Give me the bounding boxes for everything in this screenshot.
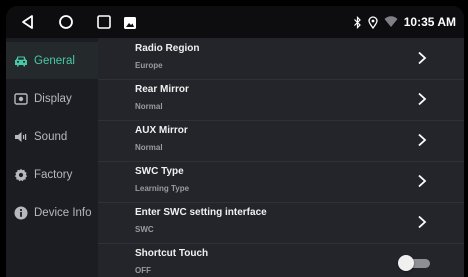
sidebar-item-label: General bbox=[34, 54, 75, 67]
toggle-knob bbox=[398, 255, 414, 271]
sidebar-item-display[interactable]: Display bbox=[6, 80, 98, 117]
setting-title: AUX Mirror bbox=[135, 125, 188, 136]
clock: 10:35 AM bbox=[403, 15, 456, 29]
sidebar-item-label: Factory bbox=[34, 168, 73, 181]
sidebar-item-label: Display bbox=[34, 92, 72, 105]
image-icon bbox=[124, 16, 136, 29]
sidebar: General Display Sound Factory Device Inf… bbox=[6, 38, 98, 277]
setting-row-swc-setting-interface[interactable]: Enter SWC setting interface SWC bbox=[98, 202, 464, 244]
sidebar-item-label: Device Info bbox=[34, 206, 92, 219]
setting-row-radio-region[interactable]: Radio Region Europe bbox=[98, 38, 464, 80]
setting-title: Shortcut Touch bbox=[135, 248, 209, 259]
sidebar-item-general[interactable]: General bbox=[6, 42, 98, 79]
setting-value: OFF bbox=[135, 266, 151, 275]
setting-title: SWC Type bbox=[135, 166, 184, 177]
setting-title: Radio Region bbox=[135, 43, 200, 54]
wifi-icon bbox=[384, 16, 398, 28]
location-icon bbox=[368, 15, 378, 29]
sidebar-item-factory[interactable]: Factory bbox=[6, 156, 98, 193]
sidebar-item-device-info[interactable]: Device Info bbox=[6, 194, 98, 231]
gear-icon bbox=[14, 168, 28, 182]
car-icon bbox=[14, 54, 28, 68]
chevron-right-icon[interactable] bbox=[416, 215, 428, 229]
sidebar-item-sound[interactable]: Sound bbox=[6, 118, 98, 155]
shortcut-touch-toggle[interactable] bbox=[398, 255, 432, 271]
setting-row-aux-mirror[interactable]: AUX Mirror Normal bbox=[98, 120, 464, 162]
speaker-icon bbox=[14, 130, 28, 144]
setting-row-swc-type[interactable]: SWC Type Learning Type bbox=[98, 161, 464, 203]
home-icon[interactable] bbox=[58, 14, 74, 30]
settings-list: Radio Region Europe Rear Mirror Normal A… bbox=[98, 38, 464, 277]
back-icon[interactable] bbox=[20, 14, 36, 30]
chevron-right-icon[interactable] bbox=[416, 92, 428, 106]
recent-apps-icon[interactable] bbox=[96, 14, 112, 30]
sidebar-item-label: Sound bbox=[34, 130, 68, 143]
setting-value: Learning Type bbox=[135, 184, 190, 193]
setting-title: Rear Mirror bbox=[135, 84, 189, 95]
bluetooth-icon bbox=[353, 15, 362, 29]
setting-value: Normal bbox=[135, 102, 163, 111]
display-icon bbox=[14, 92, 28, 106]
setting-row-rear-mirror[interactable]: Rear Mirror Normal bbox=[98, 79, 464, 121]
chevron-right-icon[interactable] bbox=[416, 51, 428, 65]
status-bar: 10:35 AM bbox=[6, 6, 464, 38]
chevron-right-icon[interactable] bbox=[416, 174, 428, 188]
app-window: 10:35 AM General Display Sound Factory D… bbox=[6, 6, 464, 277]
status-indicators: 10:35 AM bbox=[353, 14, 456, 30]
setting-value: Europe bbox=[135, 61, 163, 70]
chevron-right-icon[interactable] bbox=[416, 133, 428, 147]
info-icon bbox=[14, 206, 28, 220]
setting-value: Normal bbox=[135, 143, 163, 152]
setting-title: Enter SWC setting interface bbox=[135, 207, 267, 218]
setting-value: SWC bbox=[135, 225, 154, 234]
